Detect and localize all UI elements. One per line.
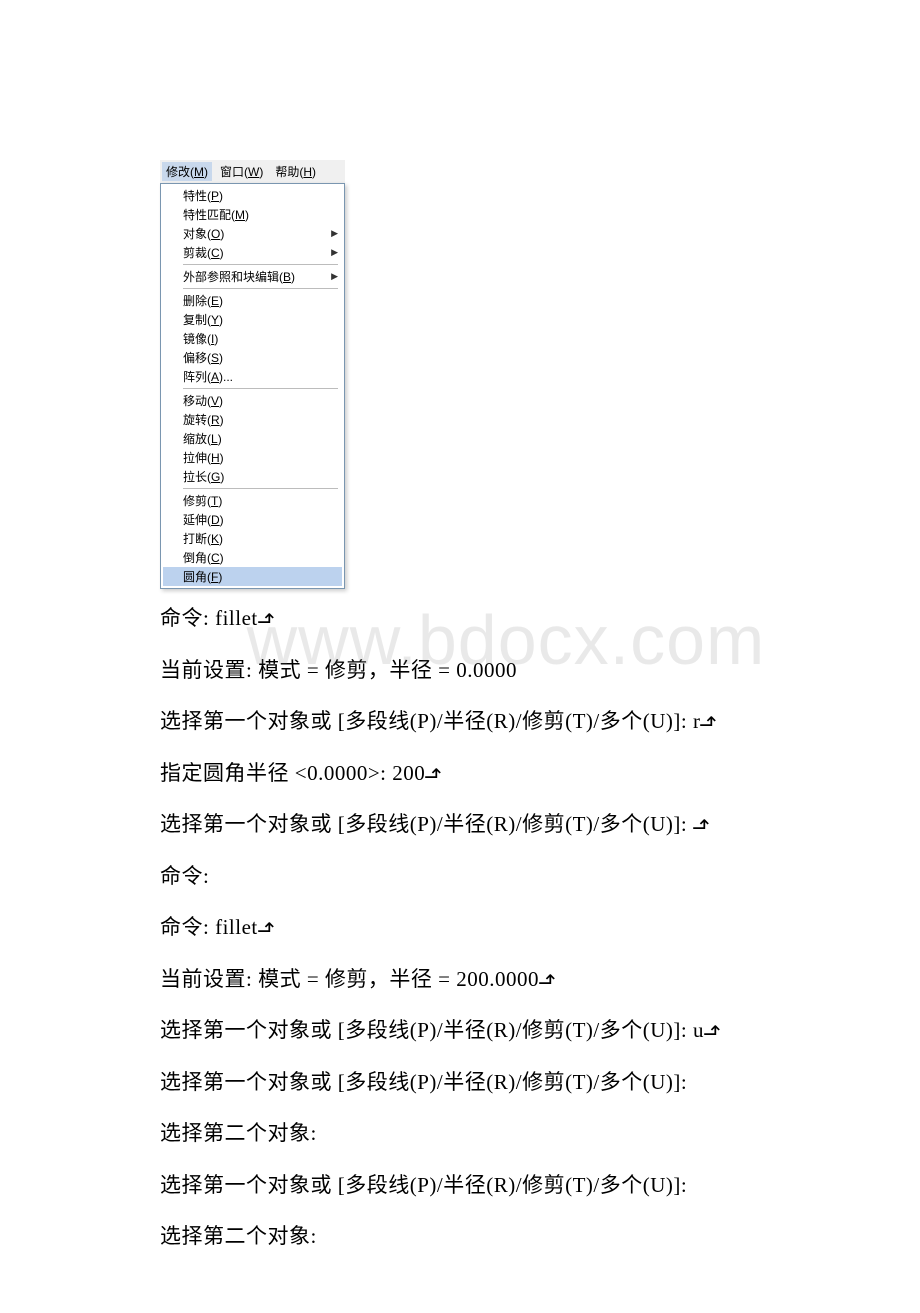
menu-item-label: 拉伸(H) [183, 449, 224, 466]
submenu-arrow-icon: ▶ [331, 247, 338, 258]
menu-item-b[interactable]: 外部参照和块编辑(B) ▶ [163, 267, 342, 286]
menu-item-label: 打断(K) [183, 530, 223, 547]
transcript-line: 选择第二个对象: [160, 1118, 900, 1150]
menu-separator [183, 264, 338, 265]
modify-menu-screenshot: 修改(M) 窗口(W) 帮助(H) 特性(P)特性匹配(M)对象(O)▶剪裁(C… [160, 160, 345, 589]
enter-key-icon: ↲ [697, 1022, 729, 1040]
enter-key-icon: ↲ [694, 713, 726, 731]
menu-item-label: 拉长(G) [183, 468, 224, 485]
menu-item-label: 特性匹配(M) [183, 206, 249, 223]
menu-item-s[interactable]: 偏移(S) [163, 348, 342, 367]
menu-item-label: 圆角(F) [183, 568, 222, 585]
submenu-arrow-icon: ▶ [331, 228, 338, 239]
menu-item-label: 移动(V) [183, 392, 223, 409]
menubar-modify-accel: M [194, 165, 204, 179]
menu-item-label: 剪裁(C) [183, 244, 224, 261]
menu-item-r[interactable]: 旋转(R) [163, 410, 342, 429]
enter-key-icon: ↲ [251, 919, 283, 937]
menu-item-label: 偏移(S) [183, 349, 223, 366]
menu-item-g[interactable]: 拉长(G) [163, 467, 342, 486]
transcript-line: 当前设置: 模式 = 修剪，半径 = 0.0000 [160, 655, 900, 687]
menu-item-label: 特性(P) [183, 187, 223, 204]
modify-dropdown: 特性(P) 特性匹配(M) 对象(O) ▶ 剪裁(C) ▶ 外部参照和块编辑(B) ▶ 删除(E… [160, 183, 345, 589]
menu-item-label: 镜像(I) [183, 330, 218, 347]
menu-item-d[interactable]: 延伸(D) [163, 510, 342, 529]
menubar: 修改(M) 窗口(W) 帮助(H) [160, 160, 345, 183]
menu-item-e[interactable]: 删除(E) [163, 291, 342, 310]
menu-separator [183, 388, 338, 389]
menu-item-k[interactable]: 打断(K) [163, 529, 342, 548]
transcript-line: 指定圆角半径 <0.0000>: 200↲ [160, 758, 900, 790]
menu-item-label: 删除(E) [183, 292, 223, 309]
menubar-help-accel: H [303, 165, 312, 179]
transcript-line: 选择第一个对象或 [多段线(P)/半径(R)/修剪(T)/多个(U)]: [160, 1067, 900, 1099]
menu-item-label: 复制(Y) [183, 311, 223, 328]
menubar-help-text: 帮助 [275, 165, 299, 179]
menu-item-p[interactable]: 特性(P) [163, 186, 342, 205]
menu-separator [183, 488, 338, 489]
enter-key-icon: ↲ [419, 764, 451, 782]
menubar-modify[interactable]: 修改(M) [162, 162, 212, 181]
menubar-window-text: 窗口 [220, 165, 244, 179]
command-transcript: 命令: fillet↲ 当前设置: 模式 = 修剪，半径 = 0.0000 选择第一… [160, 603, 900, 1253]
menu-item-label: 旋转(R) [183, 411, 224, 428]
menubar-window[interactable]: 窗口(W) [216, 162, 267, 181]
menu-item-a[interactable]: 阵列(A)... [163, 367, 342, 386]
transcript-line: 命令: fillet↲ [160, 603, 900, 635]
enter-key-icon: ↲ [251, 610, 283, 628]
menubar-window-accel: W [248, 165, 259, 179]
transcript-line: 选择第一个对象或 [多段线(P)/半径(R)/修剪(T)/多个(U)]: ↲ [160, 809, 900, 841]
menu-item-label: 倒角(C) [183, 549, 224, 566]
menu-item-v[interactable]: 移动(V) [163, 391, 342, 410]
menu-item-t[interactable]: 修剪(T) [163, 491, 342, 510]
menu-item-label: 对象(O) [183, 225, 224, 242]
menu-item-i[interactable]: 镜像(I) [163, 329, 342, 348]
transcript-line: 命令: [160, 861, 900, 893]
menu-item-m[interactable]: 特性匹配(M) [163, 205, 342, 224]
transcript-line: 选择第一个对象或 [多段线(P)/半径(R)/修剪(T)/多个(U)]: r↲ [160, 706, 900, 738]
menu-item-y[interactable]: 复制(Y) [163, 310, 342, 329]
menu-item-c[interactable]: 剪裁(C) ▶ [163, 243, 342, 262]
transcript-line: 选择第一个对象或 [多段线(P)/半径(R)/修剪(T)/多个(U)]: [160, 1170, 900, 1202]
menu-separator [183, 288, 338, 289]
menu-item-label: 修剪(T) [183, 492, 222, 509]
enter-key-icon: ↲ [686, 816, 718, 834]
transcript-line: 命令: fillet↲ [160, 912, 900, 944]
menu-item-c[interactable]: 倒角(C) [163, 548, 342, 567]
enter-key-icon: ↲ [532, 970, 564, 988]
menu-item-l[interactable]: 缩放(L) [163, 429, 342, 448]
transcript-line: 当前设置: 模式 = 修剪，半径 = 200.0000↲ [160, 964, 900, 996]
submenu-arrow-icon: ▶ [331, 271, 338, 282]
menu-item-label: 延伸(D) [183, 511, 224, 528]
menubar-modify-text: 修改 [166, 165, 190, 179]
menubar-help[interactable]: 帮助(H) [271, 162, 320, 181]
menu-item-o[interactable]: 对象(O) ▶ [163, 224, 342, 243]
page: 修改(M) 窗口(W) 帮助(H) 特性(P)特性匹配(M)对象(O)▶剪裁(C… [0, 0, 920, 1313]
menu-item-label: 缩放(L) [183, 430, 222, 447]
menu-item-h[interactable]: 拉伸(H) [163, 448, 342, 467]
menu-item-label: 阵列(A)... [183, 368, 233, 385]
transcript-line: 选择第一个对象或 [多段线(P)/半径(R)/修剪(T)/多个(U)]: u↲ [160, 1015, 900, 1047]
transcript-line: 选择第二个对象: [160, 1221, 900, 1253]
menu-item-f[interactable]: 圆角(F) [163, 567, 342, 586]
menu-item-label: 外部参照和块编辑(B) [183, 268, 295, 285]
